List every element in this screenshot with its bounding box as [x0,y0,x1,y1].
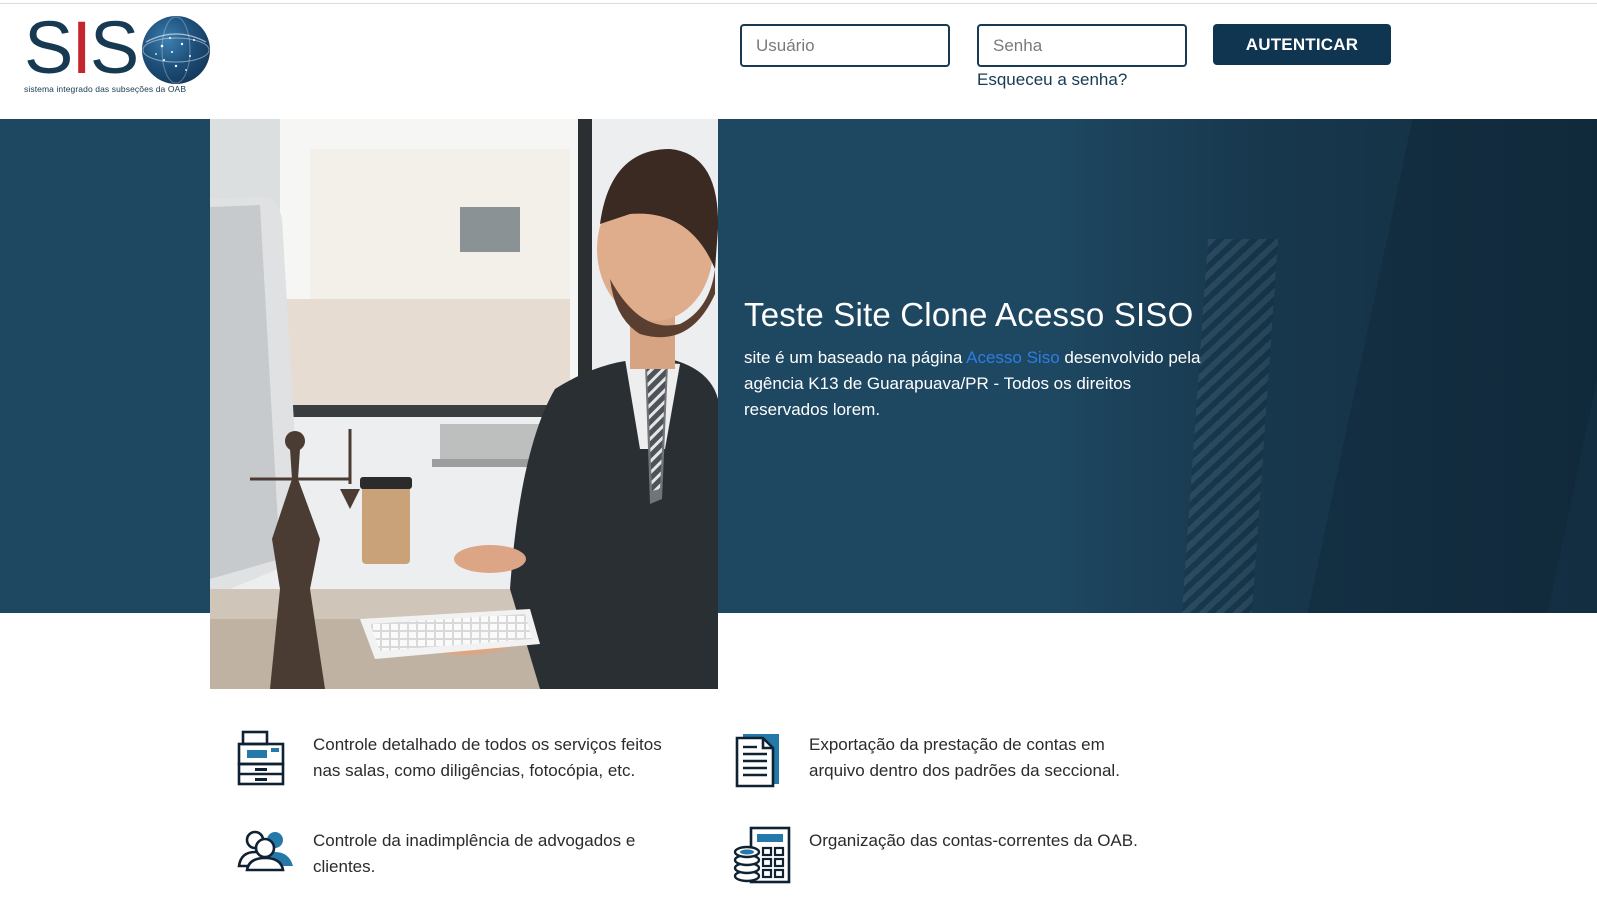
hero-text-start: site é um baseado na página [744,348,967,367]
hero-description: site é um baseado na página Acesso Siso … [744,345,1214,423]
feature-text: Exportação da prestação de contas em arq… [809,735,1120,780]
top-divider [0,3,1597,4]
siso-logo[interactable]: SIS sistema integrado das subseções da O… [24,8,214,100]
users-icon [237,826,295,884]
hero-title: Teste Site Clone Acesso SISO [744,296,1194,333]
acesso-siso-link[interactable]: Acesso Siso [966,348,1060,367]
username-input[interactable] [740,24,950,67]
logo-subtitle: sistema integrado das subseções da OAB [24,84,187,94]
feature-text: Organização das contas-correntes da OAB. [809,831,1138,850]
feature-text: Controle da inadimplência de advogados e… [313,831,636,876]
copier-icon [237,730,295,788]
forgot-password-link[interactable]: Esqueceu a senha? [977,70,1127,90]
logo-wordmark: SIS [24,6,139,89]
calculator-coins-icon [733,826,791,884]
globe-icon [142,16,210,84]
authenticate-button[interactable]: AUTENTICAR [1213,24,1391,65]
document-icon [733,730,791,788]
feature-text: Controle detalhado de todos os serviços … [313,735,662,780]
lawyer-photo [210,119,718,689]
password-input[interactable] [977,24,1187,67]
